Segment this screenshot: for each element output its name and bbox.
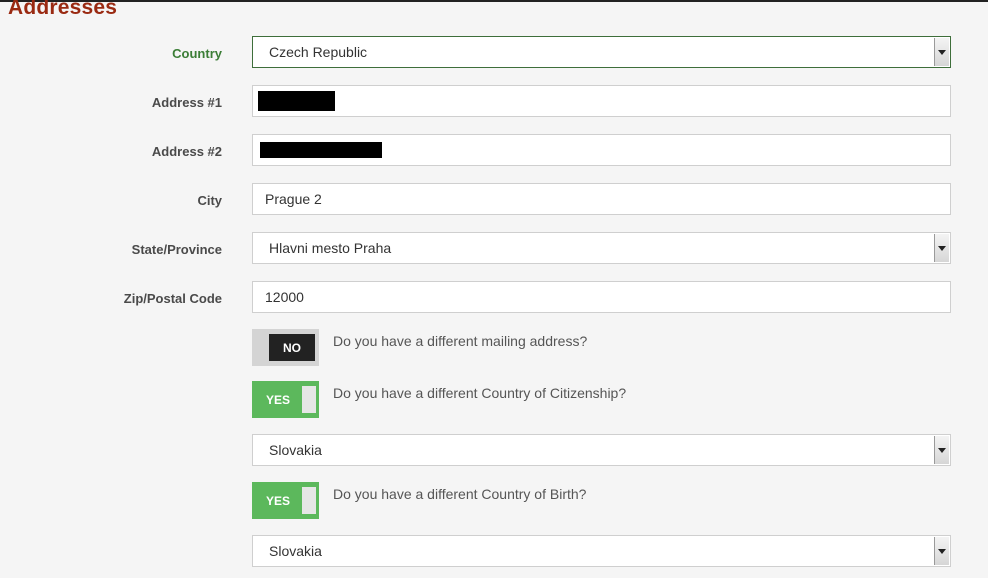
- citizenship-country-value: Slovakia: [269, 442, 322, 458]
- toggle-knob: NO: [269, 334, 315, 361]
- top-border: [0, 0, 988, 2]
- country-value: Czech Republic: [269, 44, 368, 60]
- dropdown-arrow-icon[interactable]: [934, 537, 949, 565]
- zip-value: 12000: [265, 289, 304, 305]
- toggle-text: YES: [265, 392, 290, 407]
- country-select[interactable]: Czech Republic: [252, 36, 951, 68]
- state-label: State/Province: [131, 242, 222, 257]
- dropdown-arrow-icon[interactable]: [934, 38, 949, 66]
- address2-input[interactable]: [252, 134, 951, 166]
- mailing-address-question: Do you have a different mailing address?: [333, 333, 588, 349]
- address2-label: Address #2: [151, 144, 222, 159]
- birth-country-toggle[interactable]: YES: [252, 482, 319, 519]
- toggle-knob: [302, 487, 316, 514]
- birth-country-value: Slovakia: [269, 543, 322, 559]
- address1-input[interactable]: [252, 85, 951, 117]
- address1-label: Address #1: [151, 95, 222, 110]
- redacted-text: [258, 91, 335, 111]
- section-title: Addresses: [8, 0, 118, 19]
- mailing-address-toggle[interactable]: NO: [252, 329, 319, 366]
- state-value: Hlavni mesto Praha: [269, 240, 392, 256]
- dropdown-arrow-icon[interactable]: [934, 436, 949, 464]
- dropdown-arrow-icon[interactable]: [934, 234, 949, 262]
- city-label: City: [197, 193, 222, 208]
- zip-label: Zip/Postal Code: [123, 291, 222, 306]
- redacted-text: [260, 142, 382, 158]
- citizenship-question: Do you have a different Country of Citiz…: [333, 385, 627, 401]
- toggle-knob: [302, 386, 316, 413]
- state-select[interactable]: Hlavni mesto Praha: [252, 232, 951, 264]
- citizenship-toggle[interactable]: YES: [252, 381, 319, 418]
- country-label: Country: [172, 46, 222, 61]
- birth-country-question: Do you have a different Country of Birth…: [333, 486, 587, 502]
- citizenship-country-select[interactable]: Slovakia: [252, 434, 951, 466]
- city-value: Prague 2: [265, 191, 322, 207]
- city-input[interactable]: Prague 2: [252, 183, 951, 215]
- birth-country-select[interactable]: Slovakia: [252, 535, 951, 567]
- zip-input[interactable]: 12000: [252, 281, 951, 313]
- toggle-text: YES: [265, 493, 290, 508]
